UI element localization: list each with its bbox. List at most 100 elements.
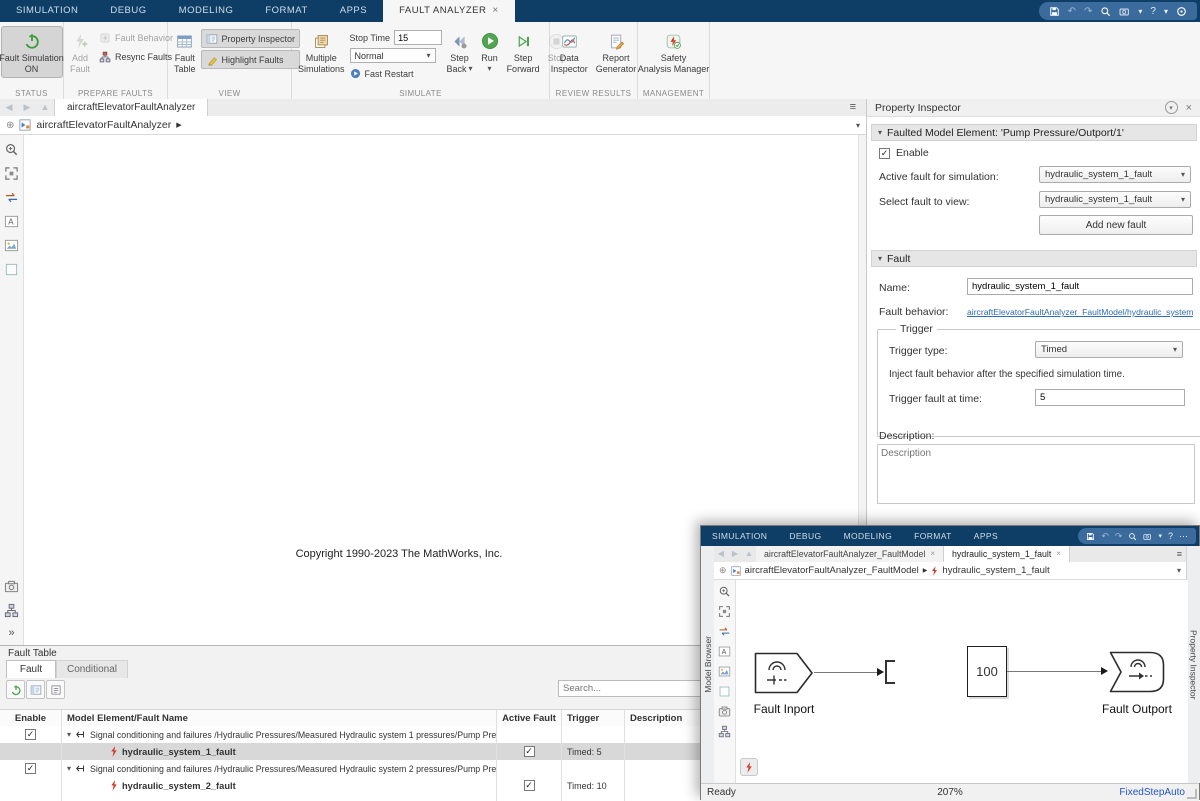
search-icon[interactable] [1100,6,1111,17]
nav-back-icon[interactable]: ◀ [0,99,18,116]
breadcrumb-model[interactable]: aircraftElevatorFaultAnalyzer [36,119,171,131]
enable-checkbox[interactable]: ✓ [879,148,890,159]
model-browser-icon[interactable] [718,725,731,738]
table-row-selected[interactable]: hydraulic_system_1_fault ✓ Timed: 5 [0,743,700,761]
model-browser-strip[interactable]: Model Browser [701,546,715,783]
multiple-simulations-button[interactable]: Multiple Simulations [295,26,348,78]
area-icon[interactable] [4,262,19,277]
expand-icon[interactable]: ⊕ [6,120,14,131]
fault-outport-block[interactable] [1109,651,1165,693]
camera-icon[interactable] [4,579,19,594]
data-inspector-button[interactable]: Data Inspector [548,26,591,78]
help-icon[interactable]: ? [1150,6,1156,17]
fit-to-view-icon[interactable] [718,605,731,618]
annotation-icon[interactable] [718,645,731,658]
stop-time-input[interactable] [394,30,442,45]
status-solver[interactable]: FixedStepAuto [1119,787,1185,798]
step-forward-button[interactable]: Step Forward [504,26,543,78]
chevron-down-icon[interactable]: ▾ [1138,7,1142,16]
model-browser-icon[interactable] [4,603,19,618]
menu-icon[interactable]: ≡ [850,99,856,116]
redo-icon[interactable]: ↷ [1084,6,1092,17]
redo-icon[interactable]: ↷ [1115,531,1123,542]
fault-inport-block[interactable] [754,652,814,694]
save-icon[interactable] [1049,6,1060,17]
fault-model-canvas[interactable]: Fault Inport 100 Fault Outport [736,580,1188,783]
step-back-button[interactable]: Step Back▾ [444,26,476,78]
undo-icon[interactable]: ↶ [1068,6,1076,17]
fault-name-input[interactable] [967,278,1193,295]
tab-modeling[interactable]: MODELING [833,526,904,546]
expand-icon[interactable]: ⊕ [719,565,727,576]
search-input[interactable] [558,680,702,697]
fault-behavior-link[interactable]: aircraftElevatorFaultAnalyzer_FaultModel… [967,307,1193,317]
trigger-time-input[interactable] [1035,389,1185,406]
nav-forward-icon[interactable]: ▶ [18,99,36,116]
constant-block[interactable]: 100 [967,646,1007,697]
more-icon[interactable]: ⋯ [1179,531,1188,542]
col-header-enable[interactable]: Enable [0,710,62,727]
details-button[interactable] [46,680,65,699]
fault-badge[interactable] [740,758,758,776]
chevron-down-icon[interactable]: ▾ [1177,566,1181,575]
collapse-icon[interactable]: ▾ [1165,101,1178,114]
tab-apps[interactable]: APPS [324,0,383,22]
save-icon[interactable] [1086,532,1095,541]
chevron-down-icon[interactable]: ▾ [1164,7,1168,16]
menu-icon[interactable]: ≡ [1177,546,1186,562]
section-faulted-element[interactable]: ▾ Faulted Model Element: 'Pump Pressure/… [871,124,1197,141]
active-fault-checkbox[interactable]: ✓ [524,780,535,791]
nav-up-icon[interactable]: ▲ [742,546,756,562]
col-header-name[interactable]: Model Element/Fault Name [62,710,497,727]
collapse-icon[interactable]: ▾ [67,764,71,773]
simulation-mode-select[interactable]: Normal ▾ [350,48,436,63]
area-icon[interactable] [718,685,731,698]
fault-table-button[interactable]: Fault Table [171,26,199,78]
enable-checkbox[interactable]: ✓ [25,729,36,740]
trigger-type-select[interactable]: Timed ▾ [1035,341,1183,358]
tab-debug[interactable]: DEBUG [94,0,162,22]
signal-routing-icon[interactable] [4,190,19,205]
tab-modeling[interactable]: MODELING [163,0,250,22]
image-icon[interactable] [718,665,731,678]
tab-format[interactable]: FORMAT [903,526,963,546]
enable-checkbox[interactable]: ✓ [25,763,36,774]
undo-icon[interactable]: ↶ [1101,531,1109,542]
property-inspector-strip[interactable]: Property Inspector [1186,546,1200,783]
annotation-icon[interactable] [4,214,19,229]
image-icon[interactable] [4,238,19,253]
tab-fault[interactable]: Fault [6,660,56,678]
close-icon[interactable]: × [1056,546,1061,562]
show-inspector-button[interactable] [26,680,45,699]
record-icon[interactable] [1176,6,1187,17]
signal-routing-icon[interactable] [718,625,731,638]
tab-conditional[interactable]: Conditional [56,660,128,678]
breadcrumb-fault[interactable]: hydraulic_system_1_fault [942,565,1049,576]
highlight-faults-toggle[interactable]: Highlight Faults [201,50,301,69]
breadcrumb-model[interactable]: aircraftElevatorFaultAnalyzer_FaultModel [745,565,919,576]
screenshot-icon[interactable] [1119,6,1130,17]
help-icon[interactable]: ? [1168,531,1173,541]
safety-analysis-manager-button[interactable]: Safety Analysis Manager [638,26,710,78]
col-header-active[interactable]: Active Fault [497,710,562,727]
screenshot-icon[interactable] [1143,532,1152,541]
tab-debug[interactable]: DEBUG [778,526,832,546]
document-tab[interactable]: aircraftElevatorFaultAnalyzer [54,99,208,116]
nav-forward-icon[interactable]: ▶ [728,546,742,562]
close-icon[interactable]: × [930,546,935,562]
property-inspector-toggle[interactable]: Property Inspector [201,29,301,48]
run-button[interactable]: Run ▾ [478,26,502,76]
tab-apps[interactable]: APPS [963,526,1009,546]
add-new-fault-button[interactable]: Add new fault [1039,215,1193,235]
description-textarea[interactable] [877,444,1195,504]
zoom-icon[interactable] [718,585,731,598]
search-icon[interactable] [1128,532,1137,541]
tab-fault-analyzer[interactable]: FAULT ANALYZER × [383,0,515,22]
table-row[interactable]: ✓ ▾ Signal conditioning and failures /Hy… [0,726,700,744]
expand-toolbar-icon[interactable]: » [8,627,14,645]
chevron-down-icon[interactable]: ▾ [856,121,860,130]
fault-simulation-toggle[interactable]: Fault Simulation ON [1,26,63,78]
close-icon[interactable]: × [492,0,498,22]
tab-simulation[interactable]: SIMULATION [0,0,94,22]
enable-fault-simulation-button[interactable] [6,680,25,699]
